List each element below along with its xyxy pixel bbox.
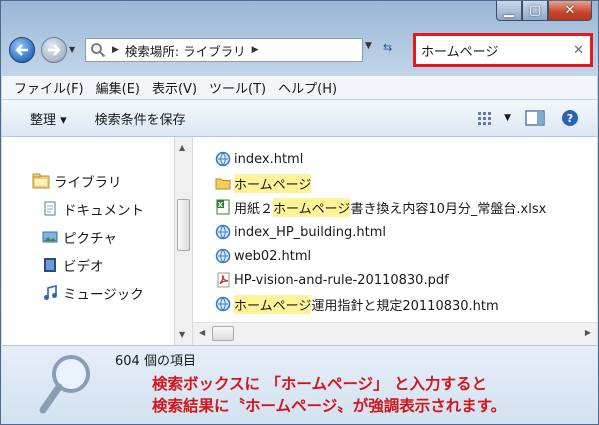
- maximize-button[interactable]: ▢: [522, 1, 548, 21]
- scrollbar-thumb[interactable]: [177, 199, 190, 251]
- scroll-down-icon[interactable]: ▼: [179, 330, 185, 339]
- svg-text:?: ?: [567, 112, 573, 125]
- pdf-file-icon: [215, 272, 231, 288]
- minimize-button[interactable]: ▁: [496, 1, 522, 21]
- close-icon: ✕: [564, 3, 576, 18]
- caption-buttons: ▁ ▢ ✕: [496, 1, 592, 25]
- nav-item-label: ドキュメント: [63, 203, 144, 219]
- file-name-part: 運用指針と規定20110830.htm: [311, 298, 499, 314]
- library-icon: [32, 173, 50, 189]
- file-row[interactable]: index_HP_building.html: [215, 222, 386, 242]
- horizontal-scrollbar[interactable]: ◀ ▶: [193, 322, 597, 345]
- navigation-bar: ▼ ▶ 検索場所: ライブラリ ▶ ▼ ⇆ ホームページ ✕: [9, 33, 593, 67]
- file-row[interactable]: X 用紙２ ホームページ 書き換え内容10月分_常盤台.xlsx: [215, 197, 546, 217]
- nav-item-label: ビデオ: [63, 259, 104, 275]
- videos-icon: [44, 258, 56, 272]
- nav-item-library[interactable]: ライブラリ: [32, 171, 122, 191]
- explorer-window: ▁ ▢ ✕ ▼ ▶ 検索場所: ライブラリ ▶ ▼ ⇆ ホームページ ✕ ファイ…: [0, 0, 599, 425]
- file-row[interactable]: web02.html: [215, 246, 311, 266]
- scroll-left-icon[interactable]: ◀: [199, 328, 205, 337]
- file-name-part: 書き換え内容10月分_常盤台.xlsx: [350, 201, 547, 217]
- menu-tools[interactable]: ツール(T): [209, 78, 266, 97]
- chevron-right-icon[interactable]: ▶: [252, 45, 259, 55]
- back-arrow-icon: [15, 44, 28, 56]
- view-options-icon[interactable]: [478, 111, 498, 125]
- close-button[interactable]: ✕: [548, 1, 592, 21]
- excel-file-icon: X: [215, 199, 231, 215]
- svg-text:X: X: [218, 201, 224, 209]
- file-row[interactable]: ホームページ: [215, 173, 312, 193]
- file-name-part: index_HP_building.html: [234, 224, 386, 240]
- html-file-icon: [215, 224, 231, 240]
- command-bar: 整理 ▾ 検索条件を保存 ▼ ?: [2, 99, 597, 137]
- nav-item-documents[interactable]: ドキュメント: [42, 199, 144, 219]
- address-dropdown-icon[interactable]: ▼: [365, 41, 372, 51]
- scroll-right-icon[interactable]: ▶: [585, 328, 591, 337]
- menu-help[interactable]: ヘルプ(H): [278, 78, 337, 97]
- nav-item-label: ライブラリ: [54, 175, 122, 191]
- minimize-icon: ▁: [504, 3, 514, 18]
- search-folder-icon: [91, 43, 106, 58]
- menu-file[interactable]: ファイル(F): [14, 78, 84, 97]
- search-box[interactable]: ホームページ ✕: [413, 33, 593, 67]
- menu-view[interactable]: 表示(V): [152, 78, 197, 97]
- file-row[interactable]: HP-vision-and-rule-20110830.pdf: [215, 270, 449, 290]
- clear-icon[interactable]: ✕: [573, 43, 584, 58]
- html-file-icon: [215, 151, 231, 167]
- nav-item-music[interactable]: ミュージック: [42, 283, 144, 303]
- help-icon[interactable]: ?: [561, 109, 579, 127]
- scroll-up-icon[interactable]: ▲: [179, 143, 185, 152]
- html-file-icon: [215, 248, 231, 264]
- vertical-scrollbar[interactable]: ▲ ▼: [174, 137, 193, 345]
- html-file-icon: [215, 296, 231, 312]
- file-name-part: web02.html: [234, 248, 312, 264]
- scrollbar-thumb[interactable]: [212, 326, 234, 341]
- music-icon: [44, 285, 57, 300]
- menu-edit[interactable]: 編集(E): [96, 78, 140, 97]
- forward-button[interactable]: [41, 37, 67, 63]
- details-pane: 604 個の項目 検索ボックスに 「ホームページ」 と入力すると 検索結果に〝ホ…: [2, 345, 597, 423]
- magnifier-icon: [39, 355, 90, 414]
- nav-item-label: ピクチャ: [63, 231, 117, 247]
- save-search-button[interactable]: 検索条件を保存: [95, 109, 186, 128]
- highlighted-match: ホームページ: [234, 173, 312, 193]
- file-row[interactable]: index.html: [215, 149, 303, 169]
- nav-item-pictures[interactable]: ピクチャ: [42, 227, 117, 247]
- folder-icon: [215, 175, 231, 191]
- item-count: 604 個の項目: [115, 354, 196, 369]
- annotation-line-1: 検索ボックスに 「ホームページ」 と入力すると: [152, 375, 488, 393]
- documents-icon: [44, 201, 56, 216]
- refresh-icon[interactable]: ⇆: [383, 41, 392, 54]
- highlighted-match: ホームページ: [273, 197, 351, 217]
- file-name-part: 用紙２: [234, 201, 274, 217]
- file-list: index.html ホームページ X 用紙２ ホームページ 書き換え内容10月分_常盤台…: [193, 137, 597, 345]
- nav-item-label: ミュージック: [63, 287, 144, 303]
- maximize-icon: ▢: [528, 3, 542, 18]
- highlighted-match: ホームページ: [234, 294, 312, 314]
- toolbar-right: ▼ ?: [478, 100, 597, 136]
- recent-pages-dropdown[interactable]: ▼: [69, 45, 75, 54]
- file-name-part: index.html: [234, 151, 304, 167]
- forward-arrow-icon: [48, 44, 61, 56]
- back-button[interactable]: [9, 37, 35, 63]
- annotation-line-2: 検索結果に〝ホームページ〟が強調表示されます。: [152, 397, 507, 415]
- preview-pane-icon[interactable]: [525, 110, 545, 126]
- search-input[interactable]: ホームページ: [421, 41, 573, 60]
- view-dropdown-icon[interactable]: ▼: [504, 113, 511, 123]
- organize-button[interactable]: 整理 ▾: [30, 109, 67, 128]
- menu-bar: ファイル(F) 編集(E) 表示(V) ツール(T) ヘルプ(H): [2, 75, 597, 99]
- nav-item-videos[interactable]: ビデオ: [42, 255, 104, 275]
- file-row[interactable]: ホームページ 運用指針と規定20110830.htm: [215, 294, 499, 314]
- address-location: 検索場所: ライブラリ: [124, 43, 246, 59]
- pictures-icon: [42, 231, 58, 243]
- file-name-part: HP-vision-and-rule-20110830.pdf: [234, 272, 449, 288]
- navigation-pane: ライブラリ ドキュメント ピクチャ ビデオ ミュージック: [2, 137, 174, 345]
- address-bar[interactable]: ▶ 検索場所: ライブラリ ▶: [85, 38, 363, 62]
- chevron-right-icon[interactable]: ▶: [112, 45, 119, 55]
